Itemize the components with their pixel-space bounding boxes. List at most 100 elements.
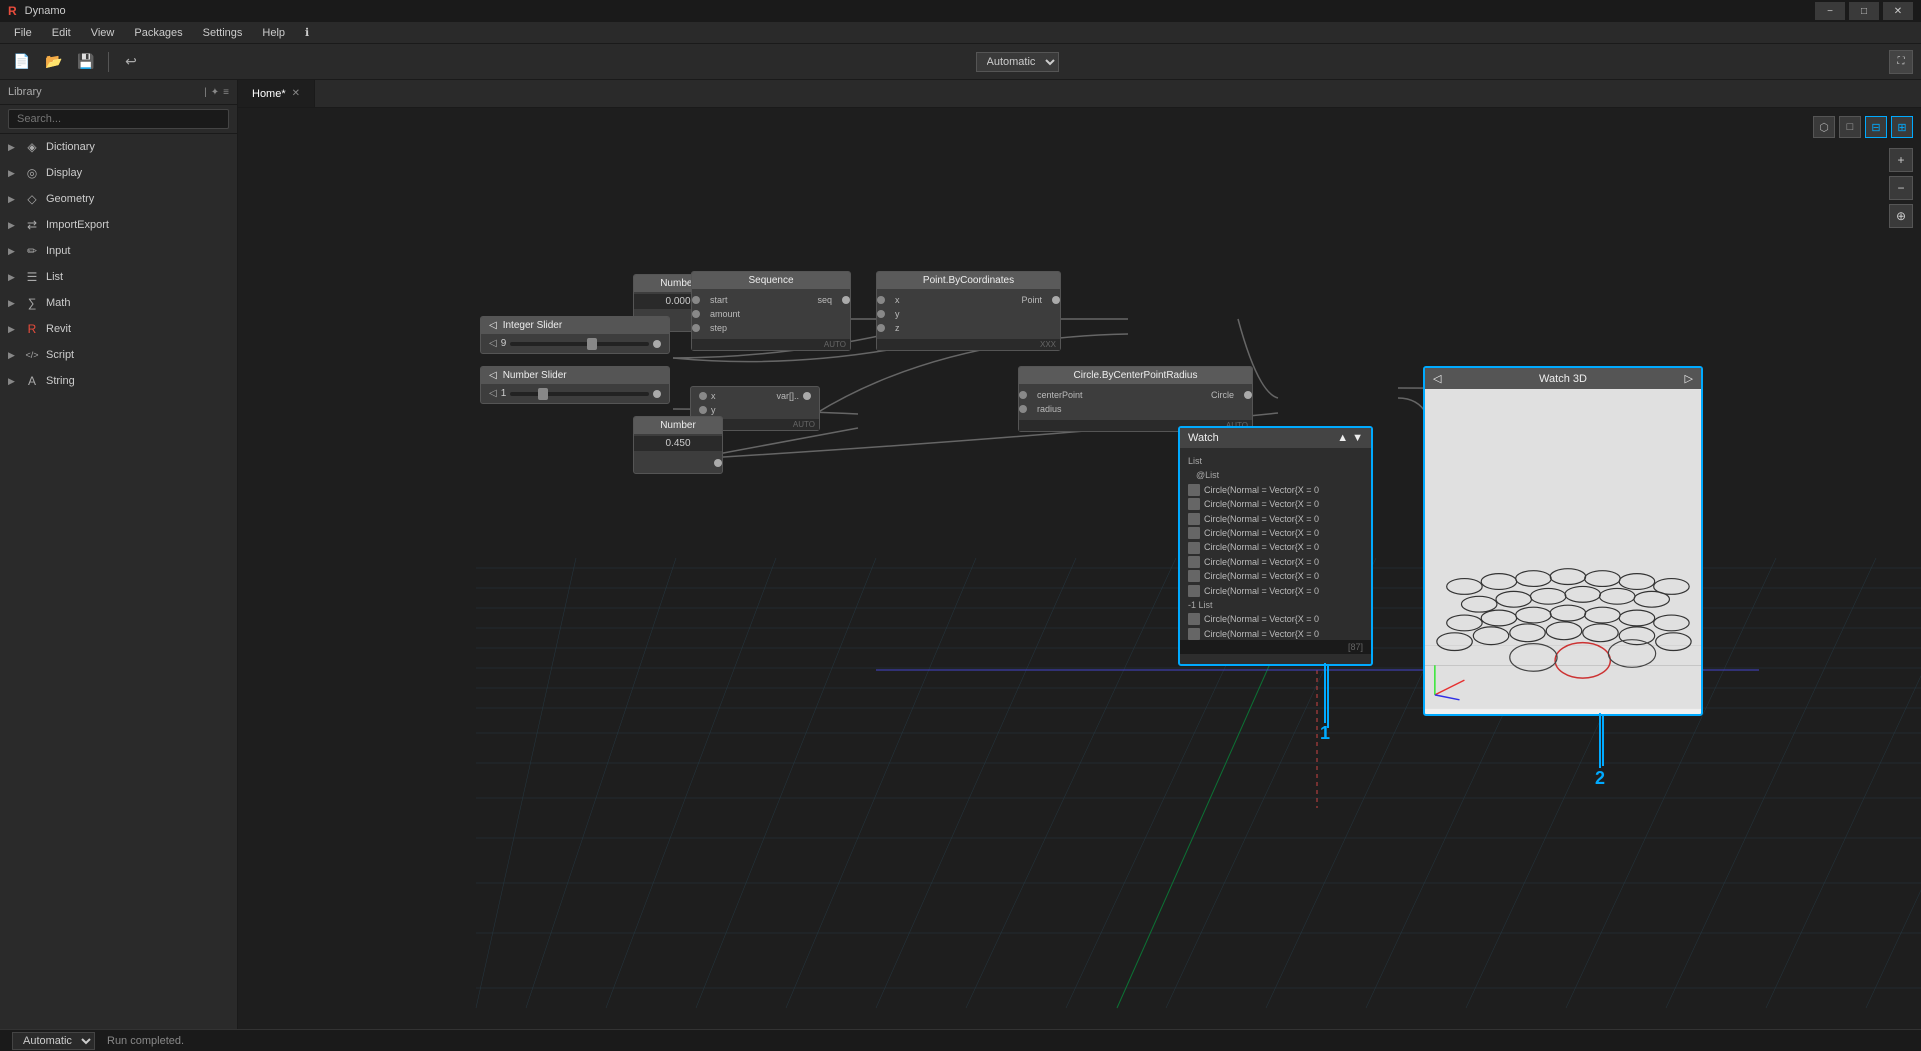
input-port-x[interactable]: [877, 296, 885, 304]
number-slider-body: ◁ 1: [481, 384, 669, 403]
slider-left-arrow[interactable]: ◁: [489, 338, 497, 349]
start-label: start: [704, 295, 734, 305]
node-graph[interactable]: Number 0.000 Sequence: [238, 108, 1921, 1029]
watch-panel[interactable]: Watch ▲ ▼ List @List Circle(Norm: [1178, 426, 1373, 666]
input-port-radius[interactable]: [1019, 405, 1027, 413]
sidebar-item-revit[interactable]: ▶ R Revit: [0, 316, 237, 342]
lib-icon-1[interactable]: |: [204, 87, 207, 98]
lib-icon-2[interactable]: ✦: [211, 87, 219, 98]
main-layout: Library | ✦ ≡ ▶ ◈ Dictionary ▶ ◎ Display…: [0, 80, 1921, 1029]
number-slider-left-arrow[interactable]: ◁: [489, 388, 497, 399]
menu-item-packages[interactable]: Packages: [124, 25, 192, 41]
watch-scroll-up[interactable]: ▲: [1337, 432, 1348, 444]
sidebar-item-script[interactable]: ▶ </> Script: [0, 342, 237, 368]
code-block-out[interactable]: [803, 392, 811, 400]
undo-button[interactable]: ↩: [117, 48, 145, 76]
point-bycoordinates-node[interactable]: Point.ByCoordinates x Point: [876, 271, 1061, 351]
run-completed-text: Run completed.: [107, 1035, 184, 1047]
sidebar-item-string[interactable]: ▶ A String: [0, 368, 237, 394]
number-slider-thumb[interactable]: [538, 388, 548, 400]
circle-by-center-node[interactable]: Circle.ByCenterPointRadius centerPoint C…: [1018, 366, 1253, 432]
integer-slider-track[interactable]: [510, 342, 649, 346]
fit-button[interactable]: ⊕: [1889, 204, 1913, 228]
circle-text-5: Circle(Normal = Vector{X = 0: [1204, 540, 1319, 554]
watch3d-left-port[interactable]: ◁: [1433, 372, 1441, 385]
menu-item-edit[interactable]: Edit: [42, 25, 81, 41]
zoom-out-button[interactable]: −: [1889, 176, 1913, 200]
new-button[interactable]: 📄: [8, 48, 36, 76]
integer-slider-arrow[interactable]: ◁: [489, 320, 497, 331]
sidebar-item-importexport[interactable]: ▶ ⇄ ImportExport: [0, 212, 237, 238]
sidebar-item-display[interactable]: ▶ ◎ Display: [0, 160, 237, 186]
input-port-z[interactable]: [877, 324, 885, 332]
number-slider-node[interactable]: ◁ Number Slider ◁ 1: [480, 366, 670, 404]
input-port-center[interactable]: [1019, 391, 1027, 399]
save-button[interactable]: 💾: [72, 48, 100, 76]
circle-icon-5: [1188, 542, 1200, 554]
tab-close[interactable]: ✕: [292, 88, 300, 99]
string-icon: A: [24, 373, 40, 389]
display-label: Display: [46, 167, 82, 179]
menu-item-[interactable]: ℹ: [295, 24, 319, 41]
watch3d-right-port[interactable]: ▷: [1685, 372, 1693, 385]
port-row-x: x Point: [877, 293, 1060, 307]
watch-scroll-down[interactable]: ▼: [1352, 432, 1363, 444]
tab-home[interactable]: Home* ✕: [238, 80, 315, 107]
number-slider-arrow[interactable]: ◁: [489, 370, 497, 381]
code-block-in-x[interactable]: [699, 392, 707, 400]
search-input[interactable]: [8, 109, 229, 129]
circle-text-9: Circle(Normal = Vector{X = 0: [1204, 612, 1319, 626]
layout-h-button[interactable]: ⊟: [1865, 116, 1887, 138]
sidebar-item-math[interactable]: ▶ ∑ Math: [0, 290, 237, 316]
number-node-2[interactable]: Number 0.450: [633, 416, 723, 474]
close-button[interactable]: ✕: [1883, 2, 1913, 20]
run-mode-select[interactable]: Automatic Manual: [976, 52, 1059, 72]
sequence-node[interactable]: Sequence start seq: [691, 271, 851, 351]
point-header: Point.ByCoordinates: [877, 272, 1060, 289]
port-out-num2: [714, 459, 722, 467]
maximize-button[interactable]: □: [1849, 2, 1879, 20]
menu-item-help[interactable]: Help: [252, 25, 295, 41]
menu-item-settings[interactable]: Settings: [193, 25, 253, 41]
watch-item-c4: Circle(Normal = Vector{X = 0: [1188, 526, 1363, 540]
point-footer: XXX: [877, 339, 1060, 350]
watch3d-title: Watch 3D: [1539, 373, 1587, 385]
minimize-button[interactable]: −: [1815, 2, 1845, 20]
x-label: x: [889, 295, 906, 305]
menu-item-view[interactable]: View: [81, 25, 125, 41]
menu-item-file[interactable]: File: [4, 25, 42, 41]
output-port-circle[interactable]: [1244, 391, 1252, 399]
input-port-step[interactable]: [692, 324, 700, 332]
layout-v-button[interactable]: ⊞: [1891, 116, 1913, 138]
output-port-seq[interactable]: [842, 296, 850, 304]
geometry-preview-button[interactable]: ⬡: [1813, 116, 1835, 138]
port-row-amount: amount: [692, 307, 850, 321]
app-title: Dynamo: [25, 5, 66, 17]
watch3d-panel[interactable]: ◁ Watch 3D ▷: [1423, 366, 1703, 716]
script-icon: </>: [24, 347, 40, 363]
watch-item-c1: Circle(Normal = Vector{X = 0: [1188, 483, 1363, 497]
output-port-point[interactable]: [1052, 296, 1060, 304]
run-mode-select-statusbar[interactable]: Automatic Manual: [12, 1032, 95, 1050]
zoom-in-button[interactable]: +: [1889, 148, 1913, 172]
sidebar-item-geometry[interactable]: ▶ ◇ Geometry: [0, 186, 237, 212]
number-slider-track[interactable]: [510, 392, 649, 396]
number-node-2-value: 0.450: [634, 436, 722, 451]
open-button[interactable]: 📂: [40, 48, 68, 76]
tab-label: Home*: [252, 88, 286, 100]
input-port-amount[interactable]: [692, 310, 700, 318]
sidebar-item-list[interactable]: ▶ ☰ List: [0, 264, 237, 290]
library-title: Library: [8, 86, 42, 98]
background-button[interactable]: □: [1839, 116, 1861, 138]
integer-slider-thumb[interactable]: [587, 338, 597, 350]
input-port-y[interactable]: [877, 310, 885, 318]
fullscreen-button[interactable]: ⛶: [1889, 50, 1913, 74]
lib-icon-3[interactable]: ≡: [223, 87, 229, 98]
input-port-start[interactable]: [692, 296, 700, 304]
sidebar-item-dictionary[interactable]: ▶ ◈ Dictionary: [0, 134, 237, 160]
integer-slider-node[interactable]: ◁ Integer Slider ◁ 9: [480, 316, 670, 354]
sidebar-item-input[interactable]: ▶ ✏ Input: [0, 238, 237, 264]
output-port-num2[interactable]: [714, 459, 722, 467]
code-block-in-y[interactable]: [699, 406, 707, 414]
expand-arrow-importexport: ▶: [8, 220, 18, 231]
